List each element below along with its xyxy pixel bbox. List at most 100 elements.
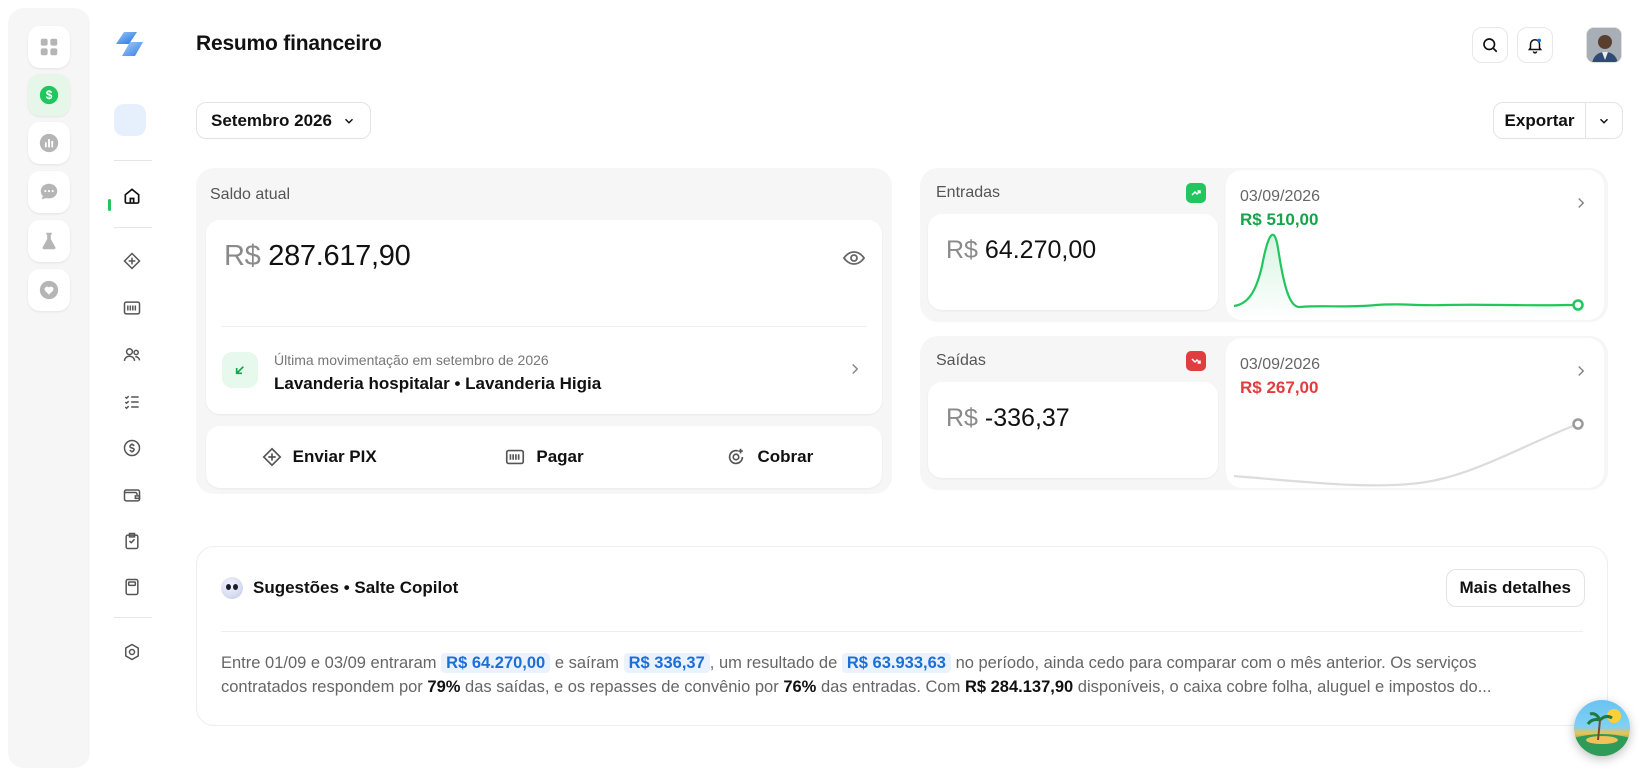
nav-divider — [114, 160, 152, 161]
chat-icon — [40, 183, 58, 200]
more-details-button[interactable]: Mais detalhes — [1445, 569, 1585, 607]
nav-divider — [114, 227, 152, 228]
app-lab-button[interactable] — [28, 220, 70, 262]
users-icon — [123, 348, 141, 361]
dollar-circle-icon — [123, 439, 141, 457]
nav-contacts[interactable] — [120, 343, 144, 367]
send-pix-label: Enviar PIX — [292, 447, 377, 466]
wallet-icon — [123, 489, 141, 502]
barcode-icon — [123, 301, 141, 315]
export-button[interactable]: Exportar — [1494, 103, 1586, 138]
inflows-label: Entradas — [936, 184, 1001, 201]
app-rail: $ — [8, 8, 90, 768]
suggestions-line-1: Entre 01/09 e 03/09 entraram R$ 64.270,0… — [221, 651, 1581, 675]
nav-finance[interactable] — [120, 436, 144, 460]
text-segment: das entradas. Com — [820, 678, 961, 696]
export-group: Exportar — [1493, 102, 1623, 139]
inflows-chart[interactable]: 03/09/2026 R$ 510,00 — [1226, 170, 1604, 320]
currency-symbol: R$ — [946, 404, 978, 432]
pix-icon — [262, 447, 282, 467]
calculator-icon — [125, 578, 139, 596]
app-grid-button[interactable] — [28, 26, 70, 68]
user-avatar[interactable] — [1586, 27, 1622, 63]
text-segment: e saíram — [554, 654, 620, 672]
island-icon — [1574, 709, 1630, 756]
outflows-chart[interactable]: 03/09/2026 R$ 267,00 — [1226, 338, 1604, 488]
nav-payments[interactable] — [120, 296, 144, 320]
inflows-panel: R$ 64.270,00 — [928, 214, 1218, 310]
inflows-value: 64.270,00 — [984, 236, 1097, 264]
app-chat-button[interactable] — [28, 171, 70, 213]
clipboard-icon — [125, 532, 139, 550]
nav-clipboard[interactable] — [120, 529, 144, 553]
assistant-fab[interactable] — [1574, 700, 1630, 756]
charge-button[interactable]: Cobrar — [657, 426, 882, 488]
highlight-outflow: R$ 336,37 — [623, 653, 710, 673]
search-button[interactable] — [1472, 27, 1508, 63]
checklist-icon — [124, 395, 139, 410]
arrow-down-left-icon — [235, 366, 244, 375]
text-segment: contratados respondem por — [221, 678, 423, 696]
outflows-amount: R$ -336,37 — [946, 404, 1070, 433]
nav-tasks[interactable] — [120, 390, 144, 414]
suggestions-title: Sugestões • Salte Copilot — [253, 578, 459, 597]
nav-pix[interactable] — [120, 249, 144, 273]
search-icon — [1483, 38, 1498, 53]
app-health-button[interactable] — [28, 269, 70, 311]
bold-value: 79% — [427, 678, 461, 696]
svg-text:$: $ — [46, 88, 53, 102]
app-finance-button[interactable]: $ — [28, 74, 70, 116]
outflows-panel: R$ -336,37 — [928, 382, 1218, 478]
outflows-sparkline — [1233, 418, 1584, 487]
last-movement-link[interactable]: Lavanderia hospitalar • Lavanderia Higia — [274, 374, 601, 394]
export-options-button[interactable] — [1586, 103, 1622, 138]
trend-down-icon — [1186, 351, 1206, 371]
pay-button[interactable]: Pagar — [431, 426, 656, 488]
outflows-date: 03/09/2026 — [1240, 356, 1321, 373]
copilot-avatar-icon — [221, 577, 243, 599]
text-segment: disponíveis, o caixa cobre folha, alugue… — [1077, 678, 1492, 696]
nav-wallet[interactable] — [120, 483, 144, 507]
bold-value: 76% — [783, 678, 817, 696]
flask-icon — [42, 232, 56, 250]
inflows-sparkline — [1233, 233, 1584, 320]
eye-icon[interactable] — [842, 246, 866, 270]
text-segment: Entre 01/09 e 03/09 entraram — [221, 654, 437, 672]
charge-icon — [729, 448, 744, 465]
bold-value: R$ 284.137,90 — [964, 678, 1074, 696]
home-icon — [124, 188, 140, 204]
balance-label: Saldo atual — [210, 186, 291, 203]
inflows-amount: R$ 64.270,00 — [946, 236, 1096, 265]
grid-icon — [40, 38, 58, 56]
trend-up-icon — [1186, 183, 1206, 203]
org-switcher[interactable] — [114, 104, 146, 136]
balance-panel: R$ 287.617,90 Última movimentação em set… — [206, 220, 882, 414]
chevron-right-icon[interactable] — [846, 360, 864, 378]
text-segment: no período, ainda cedo para comparar com… — [955, 654, 1477, 672]
suggestions-line-2: contratados respondem por 79% das saídas… — [221, 675, 1581, 699]
outflows-value: -336,37 — [984, 404, 1070, 432]
chevron-right-icon — [1578, 197, 1585, 209]
secondary-nav — [90, 0, 170, 776]
currency-symbol: R$ — [946, 236, 978, 264]
incoming-icon — [222, 352, 258, 388]
highlight-inflow: R$ 64.270,00 — [441, 653, 551, 673]
send-pix-button[interactable]: Enviar PIX — [206, 426, 431, 488]
charge-label: Cobrar — [757, 447, 814, 466]
nav-settings[interactable] — [120, 640, 144, 664]
chevron-down-icon — [344, 118, 353, 124]
pix-icon — [123, 252, 141, 270]
app-reports-button[interactable] — [28, 122, 70, 164]
outflows-card: Saídas R$ -336,37 03/09/2026 R$ 267,00 — [920, 336, 1608, 490]
month-selector[interactable]: Setembro 2026 — [196, 102, 371, 139]
heart-icon — [39, 280, 59, 300]
nav-home[interactable] — [120, 184, 144, 208]
nav-calculator[interactable] — [120, 575, 144, 599]
currency-symbol: R$ — [224, 240, 261, 272]
barcode-icon — [506, 449, 525, 465]
balance-card: Saldo atual R$ 287.617,90 Última movimen… — [196, 168, 892, 494]
inflows-date: 03/09/2026 — [1240, 188, 1321, 205]
chart-icon — [39, 133, 59, 153]
notifications-button[interactable] — [1517, 27, 1553, 63]
bell-icon — [1527, 38, 1543, 54]
